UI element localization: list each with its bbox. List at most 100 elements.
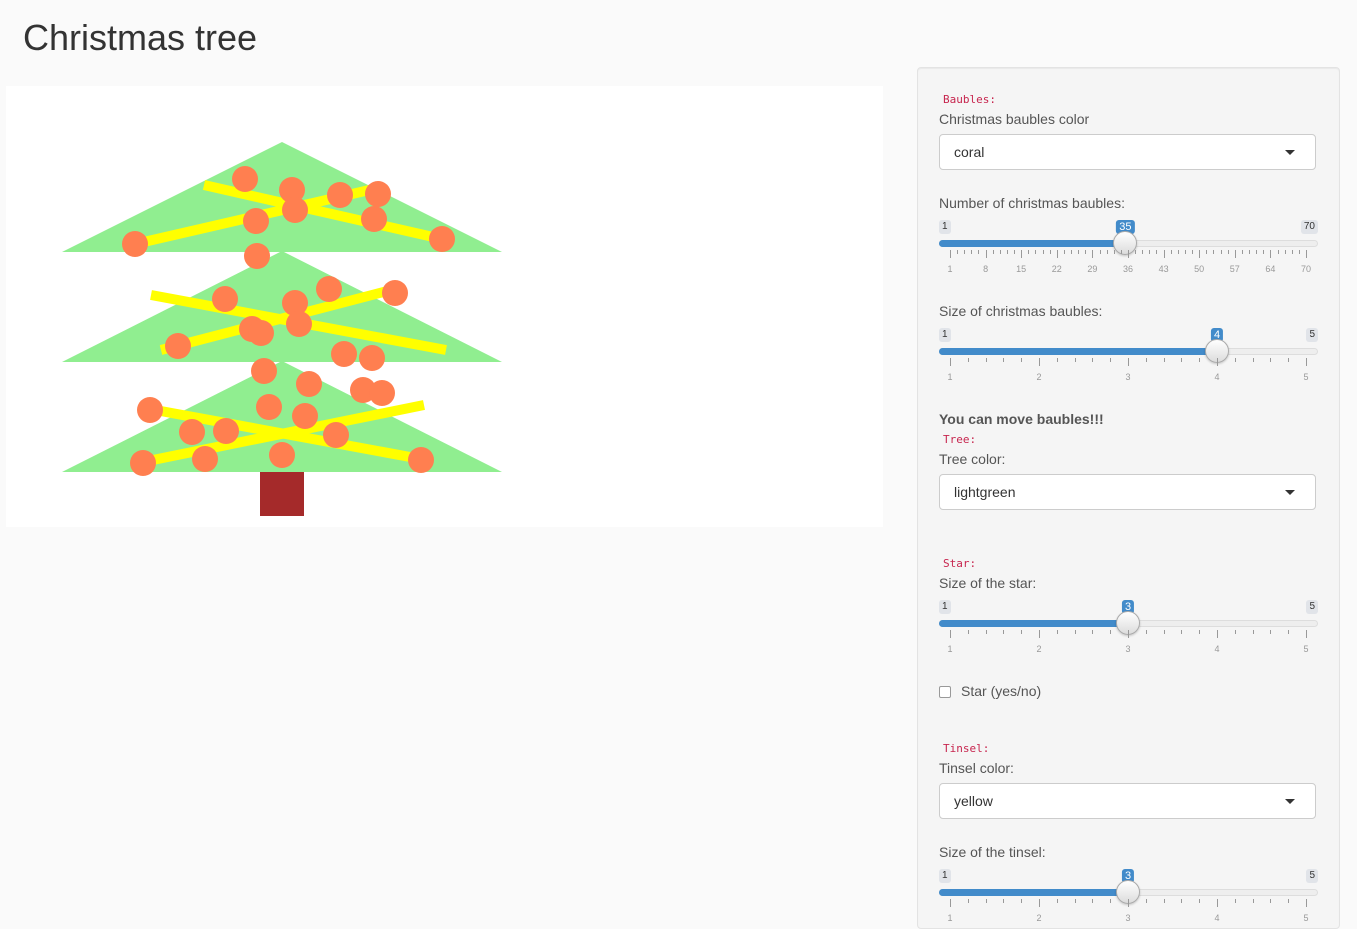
slider-tick-label: 1 — [947, 372, 953, 382]
bauble[interactable] — [213, 418, 239, 444]
bauble[interactable] — [369, 380, 395, 406]
slider-tick — [1063, 250, 1065, 254]
star-toggle-label[interactable]: Star (yes/no) — [961, 683, 1041, 699]
bauble[interactable] — [286, 311, 312, 337]
bauble[interactable] — [361, 206, 387, 232]
star-size-slider[interactable]: 1 5 31 2 3 4 5 — [939, 600, 1318, 660]
star-size-label: Size of the star: — [939, 575, 1037, 591]
bauble[interactable] — [429, 226, 455, 252]
slider-tick-label: 5 — [1303, 644, 1309, 654]
tree-trunk — [260, 471, 304, 516]
slider-min-label: 1 — [939, 220, 951, 234]
slider-tick — [1021, 250, 1023, 258]
slider-tick — [1039, 899, 1040, 907]
tree-canvas[interactable] — [6, 86, 883, 527]
slider-tick — [1163, 358, 1165, 362]
star-toggle-checkbox[interactable] — [939, 686, 951, 698]
bauble[interactable] — [248, 320, 274, 346]
tinsel-size-slider[interactable]: 1 5 31 2 3 4 5 — [939, 869, 1318, 929]
bauble[interactable] — [359, 345, 385, 371]
slider-tick — [1145, 630, 1147, 634]
tree-color-label: Tree color: — [939, 451, 1006, 467]
slider-tick-label: 4 — [1214, 644, 1220, 654]
bauble[interactable] — [179, 419, 205, 445]
slider-tick — [1120, 250, 1122, 254]
slider-ticks: 1 2 3 4 5 — [947, 358, 1309, 382]
bauble[interactable] — [269, 442, 295, 468]
slider-tick — [1021, 899, 1023, 903]
bauble[interactable] — [331, 341, 357, 367]
bauble[interactable] — [408, 447, 434, 473]
slider-tick — [1181, 630, 1183, 634]
bauble-size-slider[interactable]: 1 5 41 2 3 4 5 — [939, 328, 1318, 388]
slider-tick-label: 4 — [1214, 913, 1220, 923]
slider-fill — [939, 348, 1217, 355]
slider-tick — [1220, 250, 1222, 254]
slider-tick-label: 3 — [1125, 913, 1131, 923]
slider-tick — [1128, 358, 1129, 366]
bauble[interactable] — [192, 446, 218, 472]
slider-min-label: 1 — [939, 600, 951, 614]
bauble-color-label: Christmas baubles color — [939, 111, 1090, 127]
tree-plot[interactable] — [6, 86, 883, 527]
slider-tick — [1252, 630, 1254, 634]
slider-tick — [967, 899, 969, 903]
slider-ticks: 1 2 3 4 5 — [947, 630, 1309, 654]
slider-tick — [1270, 250, 1272, 258]
tree-color-select[interactable]: lightgreen — [939, 474, 1316, 510]
slider-tick — [1039, 358, 1040, 366]
slider-tick — [1110, 899, 1112, 903]
slider-tick — [1021, 630, 1023, 634]
slider-fill — [939, 240, 1126, 247]
slider-tick — [1252, 358, 1254, 362]
bauble[interactable] — [165, 333, 191, 359]
slider-tick — [950, 630, 951, 638]
tinsel-section-label: Tinsel: — [943, 742, 990, 755]
slider-tick — [967, 358, 969, 362]
slider-tick — [1145, 899, 1147, 903]
slider-tick — [1156, 250, 1158, 254]
slider-tick — [1199, 358, 1201, 362]
slider-tick — [1128, 630, 1129, 638]
slider-tick — [1306, 358, 1307, 366]
bauble[interactable] — [130, 450, 156, 476]
slider-tick — [1021, 358, 1023, 362]
slider-tick — [1234, 899, 1236, 903]
bauble[interactable] — [251, 358, 277, 384]
slider-ticks: 1 2 3 4 5 — [947, 899, 1309, 923]
slider-tick — [1092, 630, 1094, 634]
slider-tick — [1078, 250, 1080, 254]
chevron-down-icon — [1285, 150, 1295, 155]
tinsel-color-label: Tinsel color: — [939, 760, 1014, 776]
slider-tick — [1306, 899, 1307, 907]
slider-tick — [1270, 358, 1272, 362]
slider-tick-label: 43 — [1158, 264, 1169, 274]
bauble[interactable] — [292, 403, 318, 429]
bauble[interactable] — [296, 371, 322, 397]
bauble[interactable] — [137, 397, 163, 423]
bauble-color-select[interactable]: coral — [939, 134, 1316, 170]
bauble[interactable] — [244, 243, 270, 269]
slider-min-label: 1 — [939, 328, 951, 342]
bauble[interactable] — [365, 181, 391, 207]
slider-tick — [1306, 630, 1307, 638]
slider-tick — [1113, 250, 1115, 254]
slider-tick-label: 2 — [1036, 372, 1042, 382]
bauble[interactable] — [316, 276, 342, 302]
baubles-section-label: Baubles: — [943, 93, 996, 106]
slider-tick — [971, 250, 973, 254]
slider-tick — [1284, 250, 1286, 254]
bauble[interactable] — [382, 280, 408, 306]
bauble[interactable] — [256, 394, 282, 420]
tinsel-color-select[interactable]: yellow — [939, 783, 1316, 819]
bauble[interactable] — [327, 182, 353, 208]
bauble-count-slider[interactable]: 1 70 35 1 8 15 22 29 36 43 50 57 64 70 — [939, 220, 1318, 280]
bauble[interactable] — [122, 231, 148, 257]
bauble[interactable] — [232, 166, 258, 192]
bauble[interactable] — [323, 422, 349, 448]
bauble[interactable] — [282, 197, 308, 223]
bauble[interactable] — [243, 208, 269, 234]
slider-tick-label: 22 — [1051, 264, 1062, 274]
bauble[interactable] — [212, 286, 238, 312]
slider-tick — [1074, 358, 1076, 362]
